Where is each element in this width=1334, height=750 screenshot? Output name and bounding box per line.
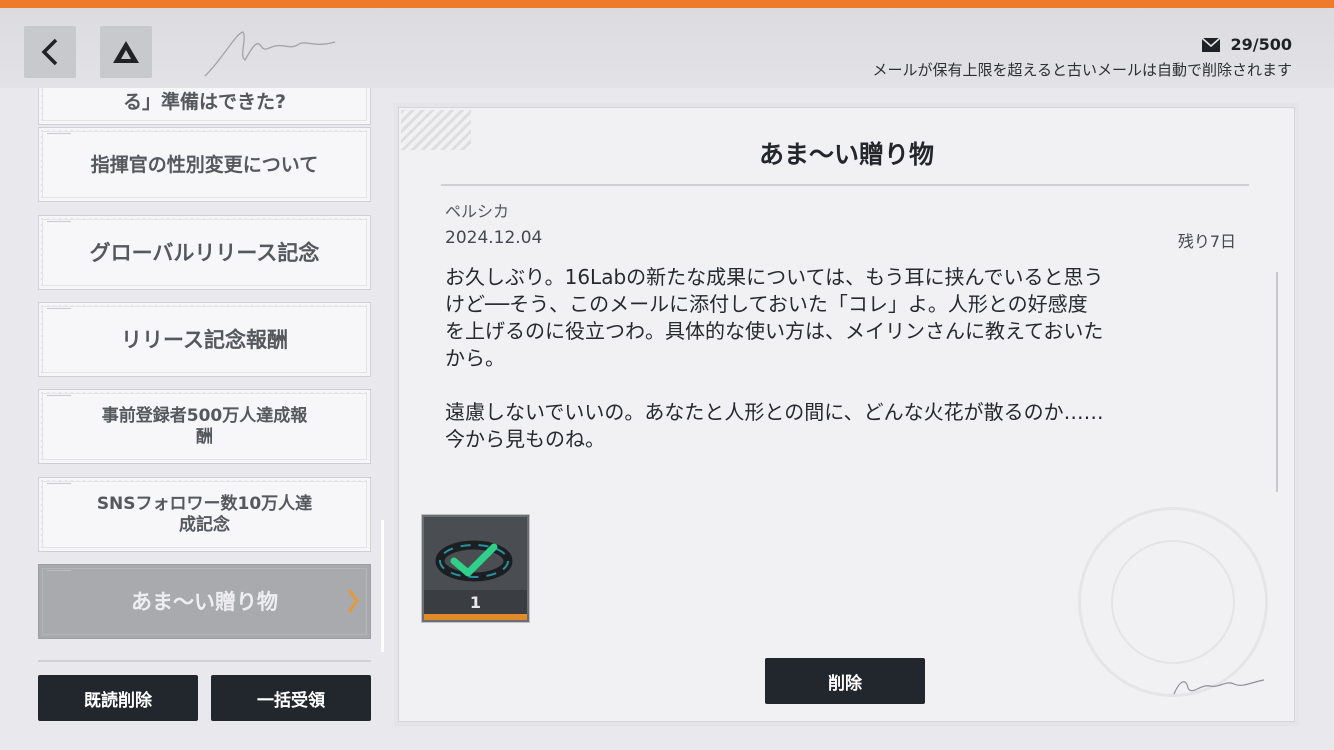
claim-all-button[interactable]: 一括受領	[211, 675, 371, 721]
envelope-icon	[1202, 37, 1221, 52]
mail-list-item[interactable]: SNSフォロワー数10万人達 成記念	[38, 477, 371, 552]
mail-date: 2024.12.04	[445, 228, 543, 248]
mail-content-panel: あま～い贈り物 ペルシカ 2024.12.04 残り7日 お久しぶり。16Lab…	[398, 107, 1295, 722]
mail-list-item[interactable]: る」準備はできた?	[38, 88, 371, 125]
signature-decoration	[204, 31, 336, 77]
title-divider	[441, 184, 1249, 186]
home-logo-icon	[113, 41, 139, 63]
mail-remaining-days: 残り7日	[1177, 232, 1236, 251]
reward-quantity: 1	[469, 593, 482, 612]
mail-list-item-label: 事前登録者500万人達成報 酬	[101, 405, 308, 447]
bracelet-item-icon	[424, 517, 527, 597]
mail-count: 29/500	[1202, 35, 1292, 54]
mail-body: お久しぶり。16Labの新たな成果については、もう耳に挟んでいると思う けど──…	[445, 265, 1104, 451]
mail-list-item-label: あま～い贈り物	[131, 589, 278, 614]
signature-decoration	[1173, 679, 1265, 695]
mail-limit-notice: メールが保有上限を超えると古いメールは自動で削除されます	[872, 61, 1292, 79]
chevron-left-icon	[41, 38, 58, 66]
mail-list[interactable]: る」準備はできた? 指揮官の性別変更について グローバルリリース記念 リリース記…	[38, 88, 371, 653]
mail-sender: ペルシカ	[445, 202, 510, 221]
mail-list-item-label: 指揮官の性別変更について	[90, 153, 319, 176]
list-divider	[38, 660, 371, 662]
reward-rarity-bar	[424, 614, 527, 620]
mail-list-scrollbar[interactable]	[381, 520, 384, 652]
mail-list-item-label: る」準備はできた?	[122, 90, 287, 113]
mail-list-item-label: SNSフォロワー数10万人達 成記念	[96, 493, 313, 535]
back-button[interactable]	[24, 26, 76, 78]
top-accent-bar	[0, 0, 1334, 8]
reward-item[interactable]: 1	[422, 515, 529, 622]
home-button[interactable]	[100, 26, 152, 78]
mail-list-item[interactable]: リリース記念報酬	[38, 302, 371, 377]
mail-title: あま～い贈り物	[758, 140, 934, 169]
mail-list-item[interactable]: 事前登録者500万人達成報 酬	[38, 389, 371, 464]
mail-list-item-label: グローバルリリース記念	[89, 240, 320, 265]
delete-mail-button[interactable]: 削除	[765, 658, 925, 704]
stamp-decoration	[1078, 507, 1268, 697]
header: 29/500 メールが保有上限を超えると古いメールは自動で削除されます	[0, 8, 1334, 88]
mail-count-text: 29/500	[1230, 35, 1292, 54]
mail-body-scrollbar[interactable]	[1276, 272, 1278, 492]
mail-list-item-label: リリース記念報酬	[121, 327, 288, 352]
delete-read-button[interactable]: 既読削除	[38, 675, 198, 721]
mail-list-item[interactable]: 指揮官の性別変更について	[38, 127, 371, 202]
chevron-right-icon	[347, 589, 359, 613]
mail-list-item[interactable]: グローバルリリース記念	[38, 215, 371, 290]
mail-list-item-selected[interactable]: あま～い贈り物	[38, 564, 371, 639]
